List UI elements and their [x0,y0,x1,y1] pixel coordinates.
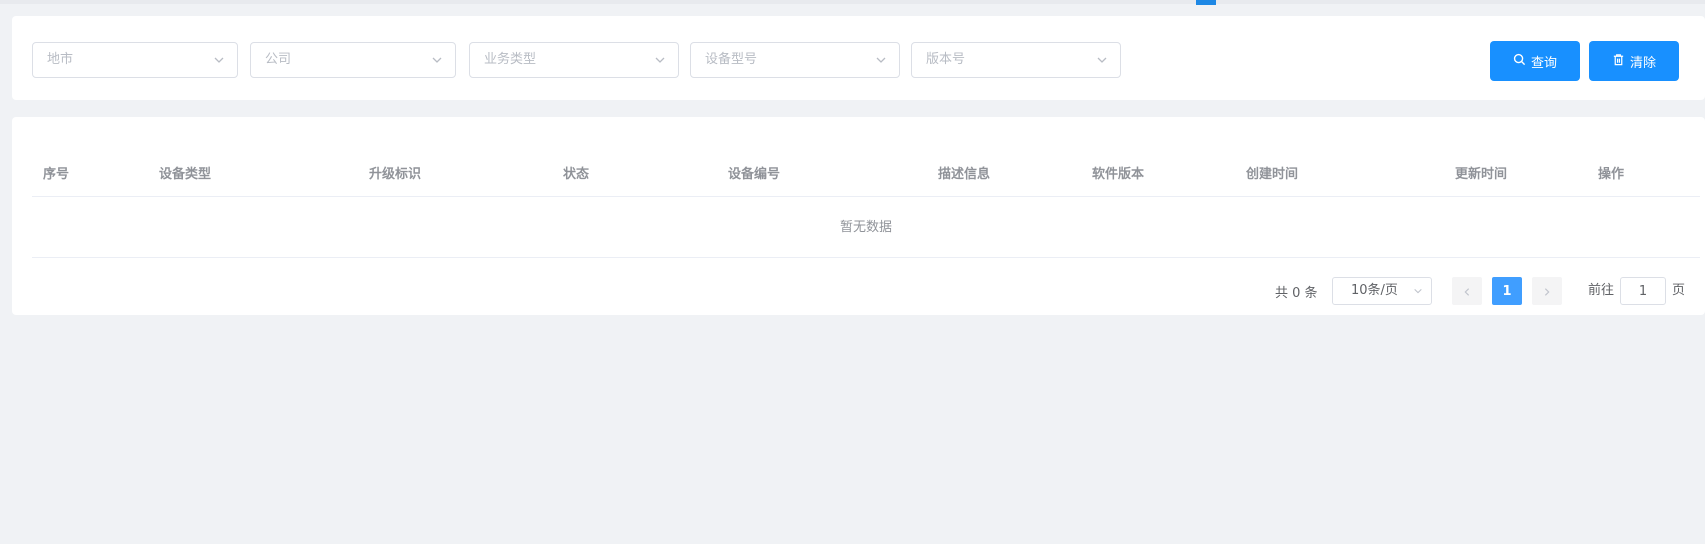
device-model-select-placeholder: 设备型号 [705,52,758,67]
chevron-down-icon [211,43,227,77]
chevron-right-icon [1542,282,1552,301]
empty-state: 暂无数据 [32,198,1700,258]
query-button-label: 查询 [1530,55,1557,71]
filter-panel: 地市 公司 业务类型 设备型号 版本号 查询 清除 [12,16,1705,100]
column-header-upgrade-flag: 升级标识 [369,167,422,182]
device-model-select[interactable]: 设备型号 [690,42,900,78]
clear-button[interactable]: 清除 [1589,41,1679,81]
active-tab-indicator [1196,0,1216,5]
chevron-down-icon [1413,278,1423,304]
column-header-description: 描述信息 [938,167,991,182]
column-header-updated-time: 更新时间 [1455,167,1508,182]
prev-page-button[interactable] [1452,277,1482,305]
company-select[interactable]: 公司 [250,42,456,78]
column-header-actions: 操作 [1598,167,1625,182]
column-header-software-version: 软件版本 [1092,167,1145,182]
version-select-placeholder: 版本号 [926,52,966,67]
page-number-1[interactable]: 1 [1492,277,1522,305]
chevron-down-icon [652,43,668,77]
trash-icon [1612,53,1625,70]
goto-suffix: 页 [1672,283,1686,298]
version-select[interactable]: 版本号 [911,42,1121,78]
pagination-total: 共 0 条 [1275,286,1318,301]
chevron-down-icon [1094,43,1110,77]
city-select[interactable]: 地市 [32,42,238,78]
column-header-created-time: 创建时间 [1246,167,1299,182]
business-type-select[interactable]: 业务类型 [469,42,679,78]
table-header: 序号 设备类型 升级标识 状态 设备编号 描述信息 软件版本 创建时间 更新时间… [32,153,1700,197]
top-divider [0,0,1705,4]
chevron-left-icon [1462,282,1472,301]
chevron-down-icon [429,43,445,77]
goto-label: 前往 [1588,283,1615,298]
column-header-device-number: 设备编号 [728,167,781,182]
query-button[interactable]: 查询 [1490,41,1580,81]
company-select-placeholder: 公司 [265,52,292,67]
business-type-select-placeholder: 业务类型 [484,52,537,67]
city-select-placeholder: 地市 [47,52,74,67]
clear-button-label: 清除 [1629,55,1656,71]
chevron-down-icon [873,43,889,77]
page-size-select[interactable]: 10条/页 [1332,277,1432,305]
goto-page-input[interactable] [1620,277,1666,305]
table-panel: 序号 设备类型 升级标识 状态 设备编号 描述信息 软件版本 创建时间 更新时间… [12,117,1705,315]
search-icon [1513,53,1526,70]
column-header-status: 状态 [563,167,590,182]
page-size-value: 10条/页 [1351,283,1398,298]
column-header-index: 序号 [43,167,70,182]
column-header-device-type: 设备类型 [159,167,212,182]
next-page-button[interactable] [1532,277,1562,305]
